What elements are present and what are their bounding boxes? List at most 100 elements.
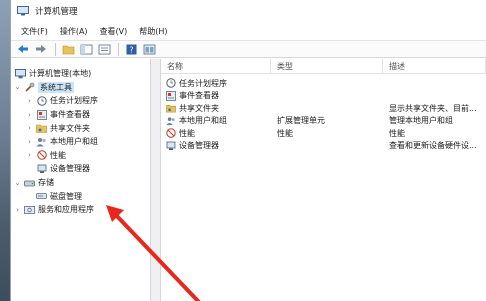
- menu-help[interactable]: 帮助(H): [133, 26, 173, 37]
- help-icon[interactable]: ?: [123, 42, 139, 56]
- cell-desc: 性能: [389, 128, 405, 138]
- svg-text:?: ?: [129, 45, 133, 54]
- details-list: 名称 类型 描述 任务计划程序 事件查看器共享文件夹 显示共享文件夹、目前... 本地…: [161, 59, 486, 301]
- row-name-text: 共享文件夹: [179, 103, 219, 113]
- menu-action[interactable]: 操作(A): [54, 26, 94, 37]
- row-name-text: 任务计划程序: [179, 78, 227, 88]
- tree-label-system-tools: 系统工具: [38, 81, 74, 93]
- tree-item-storage[interactable]: ⌄ 存储: [11, 176, 150, 190]
- list-header: 名称 类型 描述: [161, 59, 486, 74]
- back-arrow-icon[interactable]: [15, 42, 31, 56]
- cell-name: 共享文件夹: [161, 103, 271, 114]
- list-row[interactable]: 共享文件夹 显示共享文件夹、目前...: [161, 102, 486, 115]
- navigation-tree: 计算机管理(本地) ⌄ 系统工具 › 任务计划程序 › 事件查看器 › 共享文件…: [11, 59, 151, 301]
- clock-icon: [36, 96, 47, 106]
- collapse-chevron-icon[interactable]: ⌄: [13, 83, 22, 91]
- toolbar-separator: [118, 42, 119, 56]
- column-header-name[interactable]: 名称: [161, 59, 271, 73]
- clock-icon: [166, 78, 176, 88]
- device-manager-icon: [36, 164, 47, 174]
- list-rows: 任务计划程序 事件查看器共享文件夹 显示共享文件夹、目前... 本地用户和组 扩展管理单…: [161, 74, 486, 152]
- event-log-icon: [36, 109, 47, 120]
- tree-item-performance[interactable]: › 性能: [11, 149, 150, 163]
- main-content: 计算机管理(本地) ⌄ 系统工具 › 任务计划程序 › 事件查看器 › 共享文件…: [11, 59, 486, 301]
- device-manager-icon: [166, 141, 176, 151]
- shared-folder-icon: [166, 103, 176, 113]
- list-row[interactable]: 本地用户和组 扩展管理单元 管理本地用户和组: [161, 115, 486, 128]
- menu-bar: 文件(F) 操作(A) 查看(V) 帮助(H): [11, 22, 486, 40]
- cell-desc: 查看和更新设备硬件设...: [389, 141, 477, 151]
- row-name-text: 性能: [179, 128, 195, 138]
- row-name-text: 事件查看器: [179, 91, 219, 101]
- cell-desc: 显示共享文件夹、目前...: [389, 103, 477, 113]
- forward-arrow-icon[interactable]: [33, 42, 49, 56]
- tree-item-disk-management[interactable]: 磁盘管理: [11, 189, 150, 203]
- performance-icon: [166, 128, 176, 138]
- tree-label-storage: 存储: [38, 178, 54, 188]
- tree-label-services-apps: 服务和应用程序: [38, 205, 94, 215]
- performance-icon: [36, 150, 47, 161]
- tree-label-event-viewer: 事件查看器: [50, 110, 90, 120]
- cell-name: 本地用户和组: [161, 115, 271, 126]
- computer-management-icon: [17, 6, 29, 16]
- cell-name: 任务计划程序: [161, 78, 271, 89]
- tree-label-task-scheduler: 任务计划程序: [50, 96, 98, 106]
- users-icon: [166, 116, 176, 126]
- expand-chevron-icon[interactable]: ›: [13, 206, 22, 214]
- shared-folder-icon: [36, 123, 47, 133]
- tree-item-device-manager[interactable]: 设备管理器: [11, 162, 150, 176]
- console-view-icon[interactable]: [141, 42, 157, 56]
- cell-type: 扩展管理单元: [277, 116, 325, 126]
- tree-label-local-users: 本地用户和组: [50, 137, 98, 147]
- row-name-text: 本地用户和组: [179, 116, 227, 126]
- show-tree-icon[interactable]: [78, 42, 94, 56]
- menu-file[interactable]: 文件(F): [15, 26, 54, 37]
- tree-item-root[interactable]: 计算机管理(本地): [11, 67, 150, 81]
- tree-item-system-tools[interactable]: ⌄ 系统工具: [11, 81, 150, 95]
- toolbar-separator: [55, 42, 56, 56]
- expand-chevron-icon[interactable]: ›: [25, 124, 34, 132]
- list-row[interactable]: 性能 性能 性能: [161, 127, 486, 140]
- toolbar: ?: [11, 40, 486, 58]
- tree-label-performance: 性能: [50, 150, 66, 160]
- tree-item-task-scheduler[interactable]: › 任务计划程序: [11, 94, 150, 108]
- tree-label-root: 计算机管理(本地): [29, 69, 92, 79]
- cell-desc: 管理本地用户和组: [389, 116, 453, 126]
- services-icon: [24, 205, 35, 215]
- cell-name: 事件查看器: [161, 90, 271, 101]
- folder-up-icon[interactable]: [60, 42, 76, 56]
- tree-item-local-users[interactable]: › 本地用户和组: [11, 135, 150, 149]
- expand-chevron-icon[interactable]: ›: [25, 97, 34, 105]
- tree-label-disk-management: 磁盘管理: [50, 191, 82, 201]
- list-row[interactable]: 事件查看器: [161, 90, 486, 103]
- computer-management-icon: [15, 68, 26, 79]
- tree-item-services-apps[interactable]: › 服务和应用程序: [11, 203, 150, 217]
- expand-chevron-icon[interactable]: ›: [25, 138, 34, 146]
- title-bar: 计算机管理: [11, 0, 486, 22]
- tree-label-device-manager: 设备管理器: [50, 164, 90, 174]
- column-header-desc[interactable]: 描述: [383, 59, 486, 73]
- list-row[interactable]: 任务计划程序: [161, 77, 486, 90]
- tree-label-shared-folders: 共享文件夹: [50, 123, 90, 133]
- storage-icon: [24, 178, 35, 188]
- users-icon: [36, 137, 47, 147]
- pane-splitter[interactable]: [151, 59, 161, 301]
- collapse-chevron-icon[interactable]: ⌄: [13, 179, 22, 187]
- cell-name: 设备管理器: [161, 140, 271, 151]
- row-name-text: 设备管理器: [179, 141, 219, 151]
- window-title: 计算机管理: [35, 7, 78, 17]
- expand-chevron-icon[interactable]: ›: [25, 111, 34, 119]
- tree-item-shared-folders[interactable]: › 共享文件夹: [11, 121, 150, 135]
- tree-item-event-viewer[interactable]: › 事件查看器: [11, 108, 150, 122]
- event-log-icon: [166, 90, 176, 101]
- properties-icon[interactable]: [96, 42, 112, 56]
- system-tools-icon: [24, 82, 35, 92]
- list-row[interactable]: 设备管理器 查看和更新设备硬件设...: [161, 140, 486, 153]
- computer-management-window: 计算机管理 文件(F) 操作(A) 查看(V) 帮助(H) ? 计算机管理(本地…: [10, 0, 486, 301]
- cell-name: 性能: [161, 128, 271, 139]
- disk-management-icon: [36, 191, 47, 201]
- expand-chevron-icon[interactable]: ›: [25, 151, 34, 159]
- column-header-type[interactable]: 类型: [271, 59, 383, 73]
- cell-type: 性能: [277, 128, 293, 138]
- menu-view[interactable]: 查看(V): [94, 26, 134, 37]
